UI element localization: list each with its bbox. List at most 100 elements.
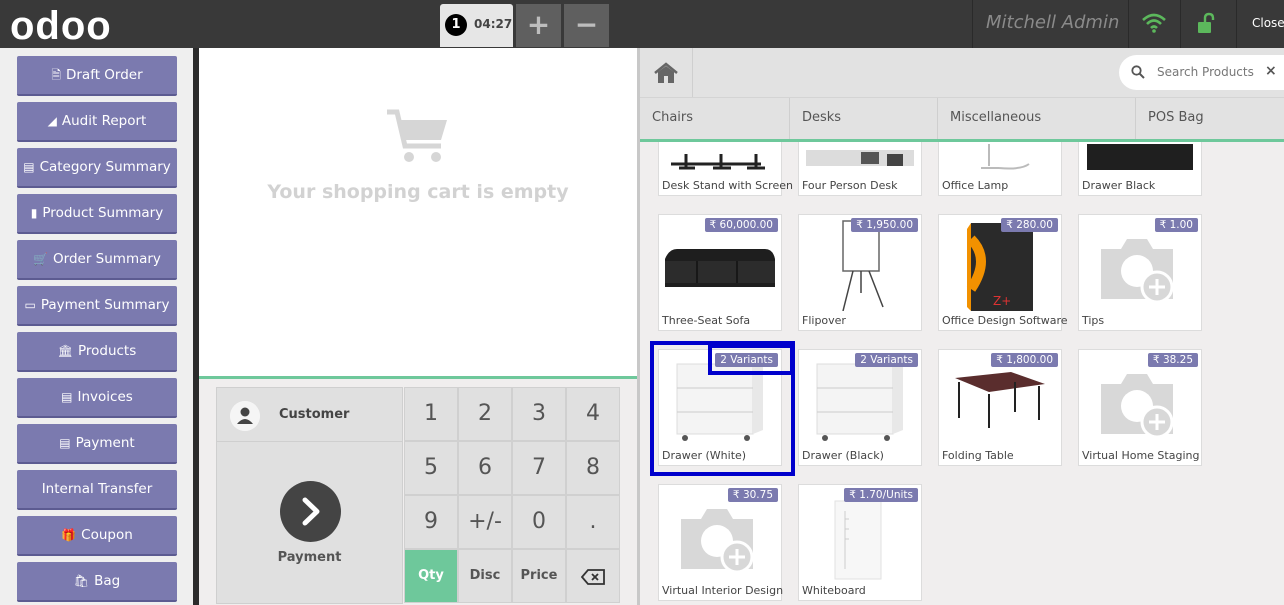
numpad-key-6[interactable]: 6 (458, 441, 512, 495)
sidebar-item-label: Payment Summary (40, 297, 170, 313)
numpad-key-2[interactable]: 2 (458, 387, 512, 441)
numpad-key-sign[interactable]: +/- (458, 495, 512, 549)
qty-mode-button[interactable]: Qty (404, 549, 458, 603)
numpad-key-3[interactable]: 3 (512, 387, 566, 441)
price-mode-button[interactable]: Price (512, 549, 566, 603)
product-name: Tips (1082, 314, 1105, 327)
category-miscellaneous[interactable]: Miscellaneous (938, 98, 1136, 140)
category-desks[interactable]: Desks (790, 98, 938, 140)
sidebar-item-audit-report[interactable]: ◢ Audit Report (17, 102, 177, 142)
sidebar-item-products[interactable]: 🏛 Products (17, 332, 177, 372)
sidebar-item-category-summary[interactable]: ▤ Category Summary (17, 148, 177, 188)
numpad-key-dot[interactable]: . (566, 495, 620, 549)
category-bar: Chairs Desks Miscellaneous POS Bag (640, 97, 1284, 140)
payment-button[interactable]: Payment (216, 441, 403, 604)
home-category-button[interactable] (640, 48, 693, 97)
product-card[interactable]: Z+ ₹ 280.00 Office Design Software (938, 214, 1068, 331)
numpad-key-7[interactable]: 7 (512, 441, 566, 495)
product-name: Virtual Interior Design (662, 584, 784, 597)
camera-placeholder-icon (681, 509, 754, 574)
search-box[interactable]: Search Products × (1119, 55, 1284, 90)
bar-chart-icon: ▤ (23, 160, 35, 174)
product-price: ₹ 38.25 (1147, 353, 1198, 367)
sidebar-item-payment-summary[interactable]: ▭ Payment Summary (17, 286, 177, 326)
sidebar-item-order-summary[interactable]: 🛒 Order Summary (17, 240, 177, 280)
numpad-key-4[interactable]: 4 (566, 387, 620, 441)
remove-order-button[interactable]: − (564, 4, 609, 47)
product-card[interactable]: ₹ 60,000.00 Three-Seat Sofa (658, 214, 782, 331)
product-image (834, 500, 882, 580)
cart-icon: 🛒 (33, 252, 49, 266)
backspace-button[interactable] (566, 549, 620, 603)
money-icon: ▤ (61, 390, 73, 404)
product-card[interactable]: 2 Variants Drawer (Black) (798, 349, 922, 466)
close-button[interactable]: Close (1252, 16, 1284, 30)
search-input[interactable]: Search Products (1157, 65, 1254, 79)
product-name: Four Person Desk (802, 179, 898, 192)
product-card[interactable]: Desk Stand with Screen (658, 142, 793, 196)
chevron-right-icon (302, 497, 320, 526)
sidebar-item-bag[interactable]: 🛍 Bag (17, 562, 177, 602)
sidebar-item-label: Invoices (77, 389, 133, 405)
numpad-key-8[interactable]: 8 (566, 441, 620, 495)
user-name[interactable]: Mitchell Admin (986, 12, 1119, 33)
home-icon (654, 62, 678, 83)
product-card[interactable]: Office Lamp (938, 142, 1062, 196)
numpad-key-1[interactable]: 1 (404, 387, 458, 441)
empty-cart-icon (387, 109, 447, 162)
product-card[interactable]: Four Person Desk (798, 142, 922, 196)
payment-label: Payment (277, 550, 342, 565)
product-card[interactable]: ₹ 38.25 Virtual Home Staging (1078, 349, 1202, 466)
sidebar-item-invoices[interactable]: ▤ Invoices (17, 378, 177, 418)
sidebar-item-label: Order Summary (53, 251, 161, 267)
product-card[interactable]: ₹ 1.70/Units Whiteboard (798, 484, 922, 601)
product-card[interactable]: ₹ 1,950.00 Flipover (798, 214, 922, 331)
divider (1128, 0, 1129, 48)
search-clear-button[interactable]: × (1265, 63, 1277, 79)
camera-placeholder-icon (1101, 239, 1174, 304)
product-price: ₹ 1.70/Units (844, 488, 918, 502)
product-image (816, 360, 903, 441)
wifi-icon[interactable] (1141, 10, 1167, 36)
sidebar-item-label: Coupon (81, 527, 133, 543)
order-tab[interactable]: 1 04:27 (440, 4, 513, 47)
product-card[interactable]: ₹ 1,800.00 Folding Table (938, 349, 1062, 466)
bank-icon: 🏛 (57, 344, 73, 358)
product-name: Office Lamp (942, 179, 1009, 192)
customer-button[interactable]: Customer (216, 387, 403, 442)
sidebar-item-payment[interactable]: ▤ Payment (17, 424, 177, 464)
product-image (1087, 144, 1193, 170)
product-name: Drawer (Black) (802, 449, 884, 462)
product-price: ₹ 1,950.00 (851, 218, 918, 232)
sidebar-item-internal-transfer[interactable]: Internal Transfer (17, 470, 177, 510)
money-icon: ▤ (59, 436, 71, 450)
product-card[interactable]: Drawer Black (1078, 142, 1202, 196)
empty-cart-message: Your shopping cart is empty (267, 181, 569, 203)
sidebar: 🗎 Draft Order ◢ Audit Report ▤ Category Sum… (0, 48, 193, 605)
product-name: Office Design Software (942, 314, 1068, 327)
sidebar-item-product-summary[interactable]: ▮ Product Summary (17, 194, 177, 234)
product-card[interactable]: ₹ 30.75 Virtual Interior Design (658, 484, 784, 601)
sidebar-item-coupon[interactable]: 🎁 Coupon (17, 516, 177, 556)
product-price: 2 Variants (855, 353, 918, 367)
product-price: ₹ 1.00 (1154, 218, 1198, 232)
add-order-button[interactable]: + (516, 4, 561, 47)
search-icon (1131, 65, 1145, 79)
disc-mode-button[interactable]: Disc (458, 549, 512, 603)
divider (972, 0, 973, 48)
divider (1180, 0, 1181, 48)
unlock-icon[interactable] (1196, 12, 1216, 34)
document-icon: ▮ (30, 206, 38, 220)
camera-placeholder-icon (1101, 374, 1174, 439)
product-image (981, 144, 1030, 170)
numpad-key-0[interactable]: 0 (512, 495, 566, 549)
sidebar-item-draft-order[interactable]: 🗎 Draft Order (17, 56, 177, 96)
numpad-key-9[interactable]: 9 (404, 495, 458, 549)
product-name: Flipover (802, 314, 846, 327)
product-card[interactable]: ₹ 1.00 Tips (1078, 214, 1202, 331)
shopping-bag-icon: 🛍 (73, 574, 90, 588)
numpad-key-5[interactable]: 5 (404, 441, 458, 495)
category-chairs[interactable]: Chairs (640, 98, 790, 140)
product-image (671, 154, 765, 170)
category-pos-bag[interactable]: POS Bag (1136, 98, 1284, 140)
